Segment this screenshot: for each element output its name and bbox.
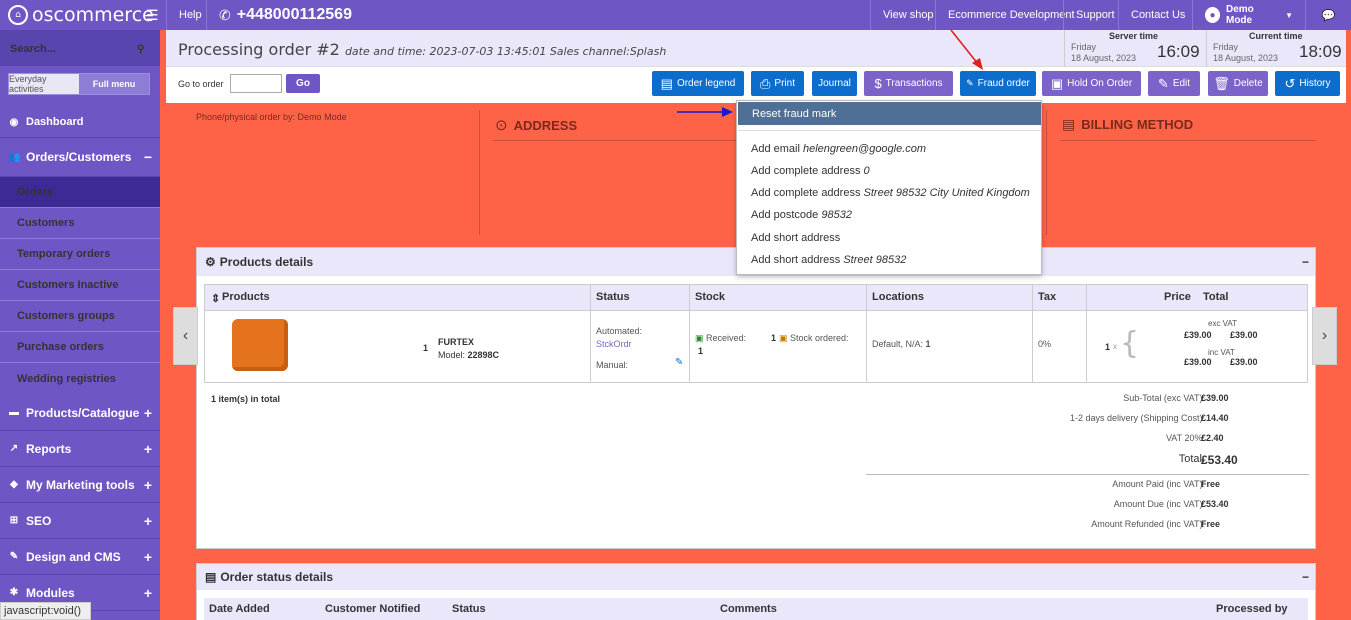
red-arrow (950, 29, 983, 70)
annotation-arrows (677, 29, 983, 117)
blue-arrow (677, 107, 733, 117)
